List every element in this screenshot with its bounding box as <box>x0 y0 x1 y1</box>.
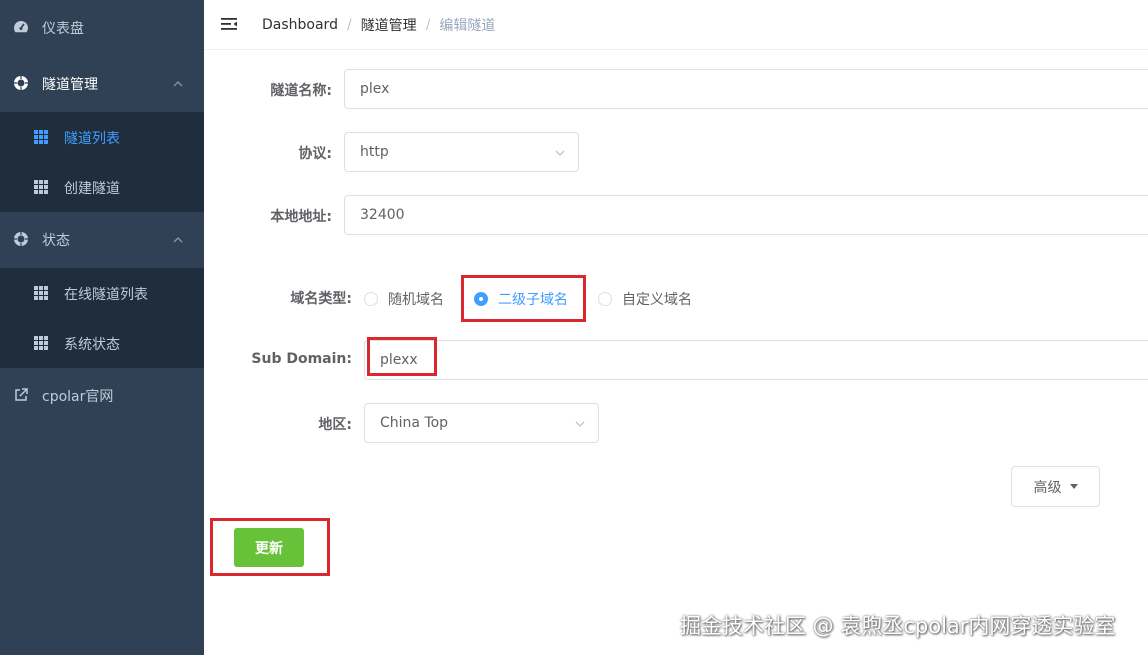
highlight-box-update-button <box>210 518 330 576</box>
tunnel-name-input[interactable]: plex <box>344 69 1148 109</box>
chevron-up-icon <box>173 237 183 243</box>
table-icon <box>34 130 48 144</box>
local-address-label: 本地地址: <box>270 209 332 225</box>
domain-type-label: 域名类型: <box>290 291 352 307</box>
sidebar-item-system-status[interactable]: 系统状态 <box>0 318 204 368</box>
region-select[interactable]: China Top <box>364 403 599 443</box>
sidebar-item-create-tunnel[interactable]: 创建隧道 <box>0 162 204 212</box>
radio-random-domain[interactable]: 随机域名 <box>364 289 444 309</box>
sidebar-item-status[interactable]: 状态 <box>0 212 204 268</box>
sidebar-item-tunnel-list[interactable]: 隧道列表 <box>0 112 204 162</box>
sidebar-item-label: 隧道管理 <box>42 77 98 93</box>
breadcrumb-separator: / <box>346 17 352 33</box>
sidebar-item-label: 隧道列表 <box>64 131 120 147</box>
sidebar: 仪表盘 隧道管理 隧道列表 创建隧道 状态 在线隧道列表 系统状态 cpolar… <box>0 0 204 655</box>
sidebar-item-label: cpolar官网 <box>42 389 114 405</box>
dashboard-icon <box>14 21 28 33</box>
radio-custom-domain[interactable]: 自定义域名 <box>598 289 692 309</box>
table-icon <box>34 336 48 350</box>
sidebar-item-label: 系统状态 <box>64 337 120 353</box>
sidebar-item-label: 在线隧道列表 <box>64 287 148 303</box>
table-icon <box>34 286 48 300</box>
breadcrumb-item-tunnel-management[interactable]: 隧道管理 <box>361 15 417 35</box>
protocol-label: 协议: <box>298 146 332 162</box>
breadcrumb-item-dashboard[interactable]: Dashboard <box>262 17 338 33</box>
caret-down-icon <box>1069 484 1078 489</box>
local-address-value: 32400 <box>360 207 405 223</box>
sidebar-item-label: 仪表盘 <box>42 21 84 37</box>
chevron-up-icon <box>173 81 183 87</box>
chevron-down-icon <box>575 421 585 427</box>
chevron-down-icon <box>555 150 565 156</box>
tunnel-name-label: 隧道名称: <box>270 83 332 99</box>
status-icon <box>14 232 28 246</box>
advanced-button[interactable]: 高级 <box>1011 466 1100 507</box>
hamburger-icon[interactable] <box>220 15 238 33</box>
watermark: 掘金技术社区 @ 袁煦丞cpolar内网穿透实验室 <box>680 614 1116 638</box>
table-icon <box>34 180 48 194</box>
advanced-button-label: 高级 <box>1033 479 1062 496</box>
radio-label: 自定义域名 <box>622 292 692 308</box>
tunnel-icon <box>14 76 28 90</box>
tunnel-name-value: plex <box>360 81 390 97</box>
sub-domain-input[interactable]: plexx <box>364 340 1148 380</box>
external-link-icon <box>15 388 28 401</box>
breadcrumb: Dashboard / 隧道管理 / 编辑隧道 <box>262 15 495 35</box>
region-value: China Top <box>380 415 449 431</box>
sidebar-item-cpolar-site[interactable]: cpolar官网 <box>0 368 204 424</box>
breadcrumb-separator: / <box>425 17 431 33</box>
sidebar-item-online-tunnels[interactable]: 在线隧道列表 <box>0 268 204 318</box>
protocol-select[interactable]: http <box>344 132 579 172</box>
local-address-input[interactable]: 32400 <box>344 195 1148 235</box>
protocol-value: http <box>360 144 389 160</box>
radio-circle <box>364 292 378 306</box>
navbar: Dashboard / 隧道管理 / 编辑隧道 <box>204 0 1148 50</box>
sidebar-item-label: 创建隧道 <box>64 181 120 197</box>
highlight-box-sub-domain <box>367 337 437 376</box>
highlight-box-subdomain-radio <box>461 275 586 322</box>
breadcrumb-item-edit-tunnel: 编辑隧道 <box>439 18 496 34</box>
sidebar-item-dashboard[interactable]: 仪表盘 <box>0 0 204 56</box>
sub-domain-label: Sub Domain: <box>251 351 352 367</box>
radio-circle <box>598 292 612 306</box>
sidebar-item-label: 状态 <box>42 233 70 249</box>
radio-label: 随机域名 <box>388 292 444 308</box>
region-label: 地区: <box>318 417 352 433</box>
sidebar-item-tunnel-management[interactable]: 隧道管理 <box>0 56 204 112</box>
